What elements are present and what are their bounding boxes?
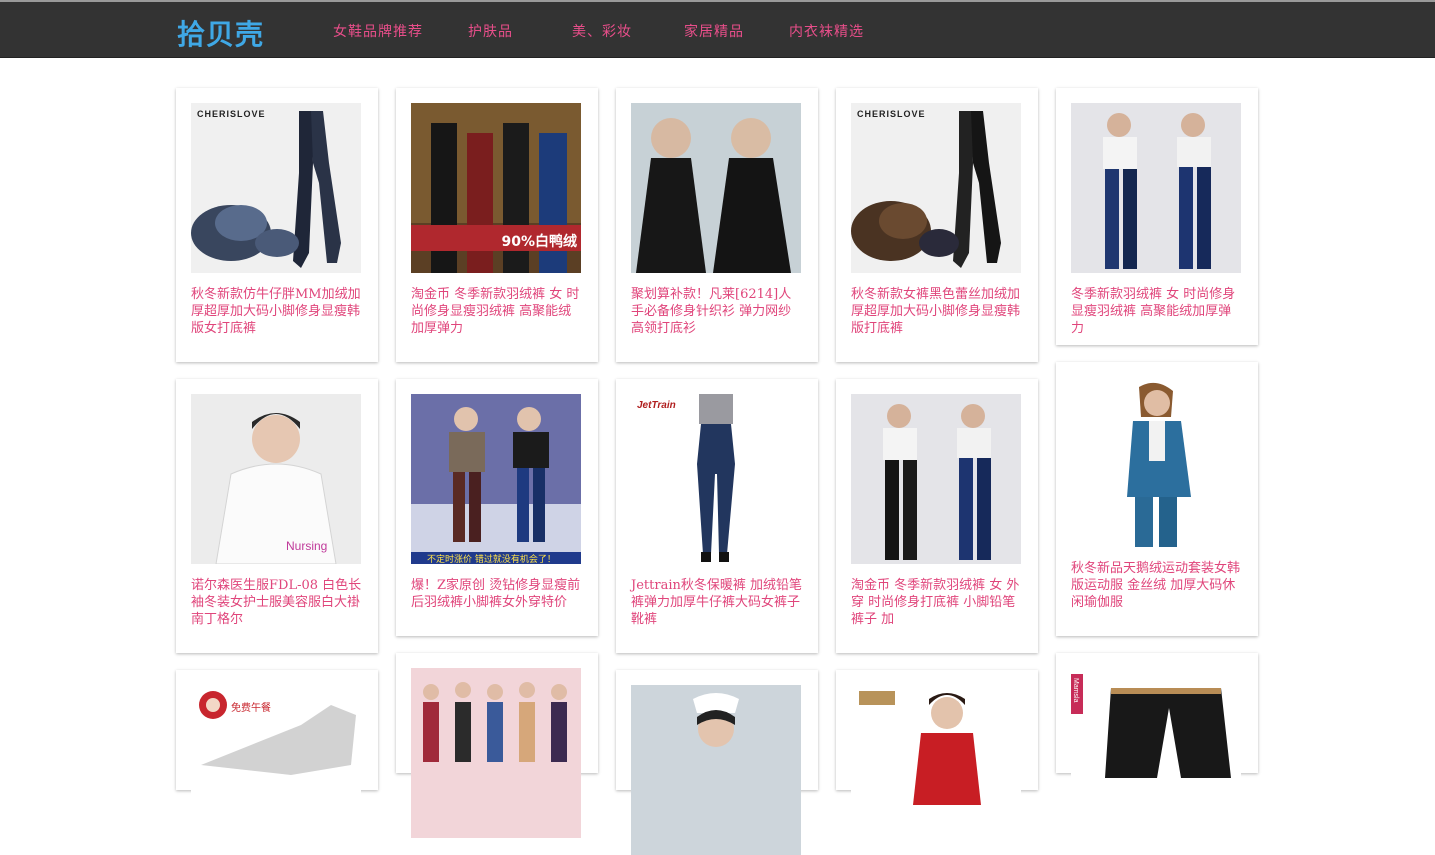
image-brand-label: JetTrain — [637, 400, 676, 411]
product-title[interactable]: 淘金币 冬季新款羽绒裤 女 外穿 时尚修身打底裤 小脚铅笔裤子 加 — [851, 577, 1023, 628]
product-card[interactable] — [836, 670, 1038, 855]
product-title[interactable]: 秋冬新品天鹅绒运动套装女韩版运动服 金丝绒 加厚大码休闲瑜伽服 — [1071, 560, 1243, 611]
product-card[interactable]: Nursing 诺尔森医生服FDL-08 白色长袖冬装女护士服美容服白大褂南丁格… — [176, 379, 378, 653]
top-navbar: 拾贝壳 女鞋品牌推荐 护肤品 美、彩妆 家居精品 内衣袜精选 — [0, 2, 1435, 58]
product-card[interactable]: CHERISLOVE 秋冬新款仿牛仔胖MM加绒加厚超厚加大码小脚修身显瘦韩版女打… — [176, 88, 378, 362]
product-title[interactable]: 诺尔森医生服FDL-08 白色长袖冬装女护士服美容服白大褂南丁格尔 — [191, 577, 363, 628]
product-image[interactable]: 90%白鸭绒 — [411, 103, 581, 273]
nav-link-makeup[interactable]: 美、彩妆 — [572, 21, 632, 41]
nav-link-home[interactable]: 家居精品 — [684, 21, 744, 41]
product-card[interactable]: 聚划算补款！凡莱[6214]人手必备修身针织衫 弹力网纱高领打底衫 — [616, 88, 818, 362]
product-card[interactable]: Mamsla — [1056, 653, 1258, 838]
nav-link-shoes[interactable]: 女鞋品牌推荐 — [333, 21, 423, 41]
product-image[interactable] — [411, 668, 581, 838]
product-image[interactable]: Nursing — [191, 394, 361, 564]
product-image[interactable] — [1071, 103, 1241, 273]
product-title[interactable]: 淘金币 冬季新款羽绒裤 女 时尚修身显瘦羽绒裤 高聚能绒加厚弹力 — [411, 286, 583, 337]
product-title[interactable]: Jettrain秋冬保暖裤 加绒铅笔裤弹力加厚牛仔裤大码女裤子靴裤 — [631, 577, 803, 628]
product-card[interactable]: JetTrain Jettrain秋冬保暖裤 加绒铅笔裤弹力加厚牛仔裤大码女裤子… — [616, 379, 818, 653]
image-brand-label: CHERISLOVE — [857, 109, 926, 119]
product-title[interactable]: 爆！Z家原创 烫钻修身显瘦前后羽绒裤小脚裤女外穿特价 — [411, 577, 583, 611]
product-card[interactable]: 冬季新款羽绒裤 女 时尚修身显瘦羽绒裤 高聚能绒加厚弹力 — [1056, 88, 1258, 345]
product-card[interactable]: 免费午餐 — [176, 670, 378, 855]
product-card[interactable]: 90%白鸭绒 淘金币 冬季新款羽绒裤 女 时尚修身显瘦羽绒裤 高聚能绒加厚弹力 — [396, 88, 598, 362]
product-image[interactable] — [851, 685, 1021, 855]
image-brand-label: Nursing — [286, 539, 328, 553]
product-image[interactable]: JetTrain — [631, 394, 801, 564]
product-image[interactable]: Mamsla — [1071, 668, 1241, 838]
product-card[interactable] — [396, 653, 598, 838]
product-card[interactable]: 淘金币 冬季新款羽绒裤 女 外穿 时尚修身打底裤 小脚铅笔裤子 加 — [836, 379, 1038, 653]
product-title[interactable]: 聚划算补款！凡莱[6214]人手必备修身针织衫 弹力网纱高领打底衫 — [631, 286, 803, 337]
image-brand-label: CHERISLOVE — [197, 109, 266, 119]
product-card[interactable]: CHERISLOVE 秋冬新款女裤黑色蕾丝加绒加厚超厚加大码小脚修身显瘦韩版打底… — [836, 88, 1038, 362]
site-logo[interactable]: 拾贝壳 — [177, 13, 264, 53]
product-title[interactable]: 秋冬新款女裤黑色蕾丝加绒加厚超厚加大码小脚修身显瘦韩版打底裤 — [851, 286, 1023, 337]
image-brand-label: 免费午餐 — [231, 703, 271, 714]
nav-link-skincare[interactable]: 护肤品 — [468, 21, 513, 41]
nav-link-underwear[interactable]: 内衣袜精选 — [789, 21, 864, 41]
image-promo-label: 90%白鸭绒 — [501, 234, 577, 250]
product-image[interactable]: CHERISLOVE — [851, 103, 1021, 273]
product-image[interactable] — [1071, 377, 1241, 547]
product-image[interactable]: 免费午餐 — [191, 685, 361, 855]
product-image[interactable] — [631, 685, 801, 855]
product-title[interactable]: 秋冬新款仿牛仔胖MM加绒加厚超厚加大码小脚修身显瘦韩版女打底裤 — [191, 286, 363, 337]
image-brand-label: Mamsla — [1072, 678, 1079, 703]
product-card[interactable]: 不定时涨价 错过就没有机会了！ 爆！Z家原创 烫钻修身显瘦前后羽绒裤小脚裤女外穿… — [396, 379, 598, 636]
product-image[interactable]: 不定时涨价 错过就没有机会了！ — [411, 394, 581, 564]
product-image[interactable] — [631, 103, 801, 273]
product-image[interactable] — [851, 394, 1021, 564]
product-title[interactable]: 冬季新款羽绒裤 女 时尚修身显瘦羽绒裤 高聚能绒加厚弹力 — [1071, 286, 1243, 337]
product-card[interactable] — [616, 670, 818, 855]
product-image[interactable]: CHERISLOVE — [191, 103, 361, 273]
image-promo-label: 不定时涨价 错过就没有机会了！ — [427, 555, 556, 564]
product-card[interactable]: 秋冬新品天鹅绒运动套装女韩版运动服 金丝绒 加厚大码休闲瑜伽服 — [1056, 362, 1258, 636]
